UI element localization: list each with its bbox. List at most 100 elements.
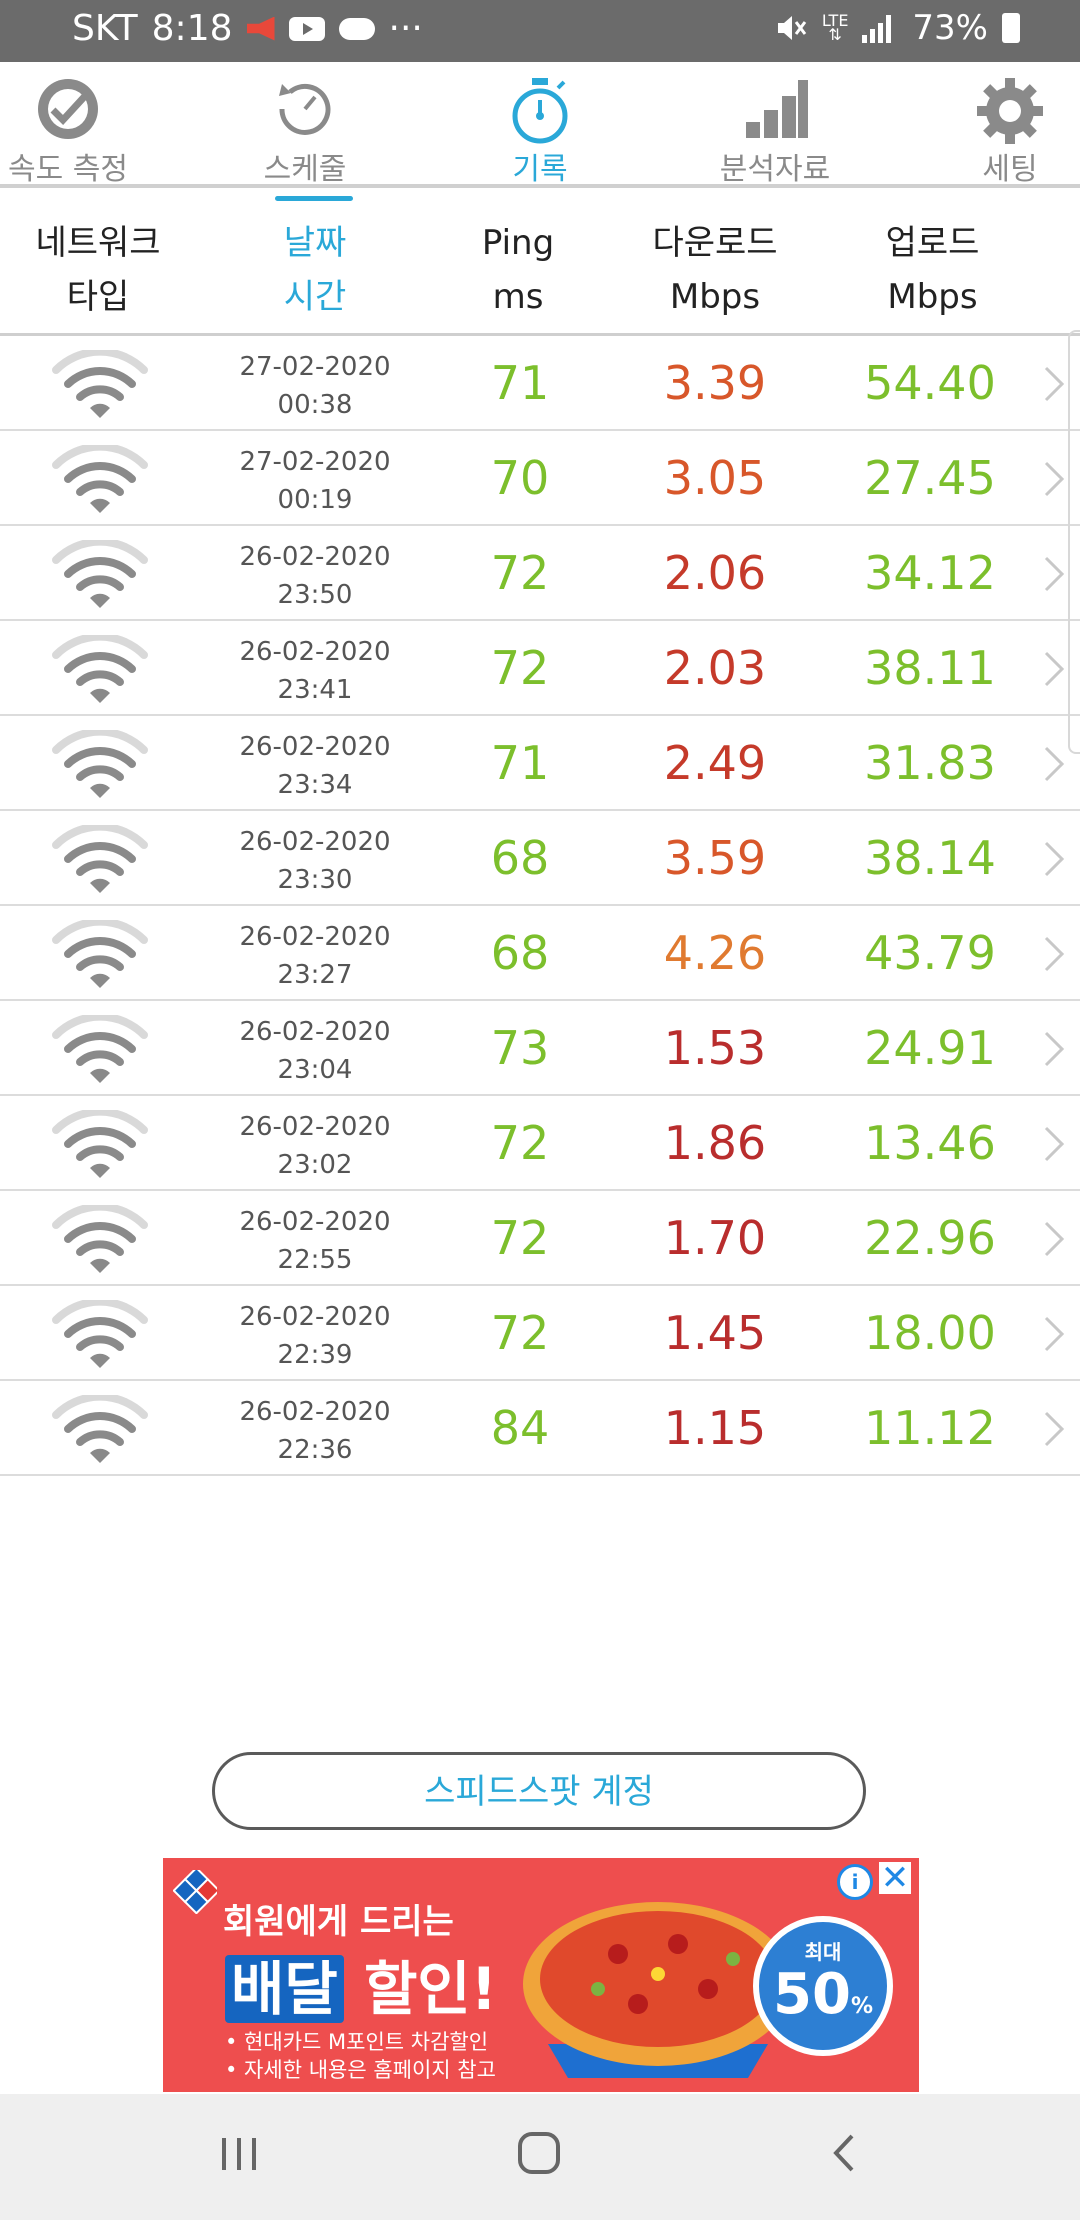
ad-headline: 회원에게 드리는 [223,1902,454,1942]
discount-badge-unit: % [850,1994,873,2019]
carrier-label: SKT [72,8,138,49]
wifi-icon [52,350,148,418]
row-download: 3.05 [663,451,767,505]
row-upload: 43.79 [864,926,996,980]
row-upload: 24.91 [864,1021,996,1075]
row-datetime: 26-02-2020 23:30 [215,823,415,899]
ad-bullet-2: • 자세한 내용은 홈페이지 참고 [225,2058,496,2082]
header-network-type-line1: 네트워크 [35,223,161,263]
recent-apps-icon[interactable] [214,2128,264,2178]
wifi-icon [52,1205,148,1273]
row-ping: 72 [490,1306,550,1360]
row-upload: 11.12 [864,1401,996,1455]
row-datetime: 26-02-2020 22:55 [215,1203,415,1279]
row-datetime: 26-02-2020 22:36 [215,1393,415,1469]
table-row[interactable]: 26-02-2020 23:50 72 2.06 34.12 [0,526,1080,621]
row-time: 00:19 [277,485,353,515]
status-bar: SKT 8:18 ··· LTE ⇅ 73% [0,0,1080,62]
youtube-icon [288,16,325,41]
row-time: 23:50 [277,580,353,610]
header-download[interactable]: 다운로드 Mbps [630,216,800,324]
chevron-right-icon [1044,1126,1065,1162]
wifi-icon [52,920,148,988]
discount-badge-label: 최대 [804,1940,842,1964]
row-date: 26-02-2020 [239,1302,391,1332]
table-row[interactable]: 26-02-2020 23:04 73 1.53 24.91 [0,1001,1080,1096]
chevron-right-icon [1044,366,1065,402]
header-network-type[interactable]: 네트워크 타입 [18,216,178,324]
row-download: 3.59 [663,831,767,885]
header-upload[interactable]: 업로드 Mbps [850,216,1015,324]
battery-icon [1002,13,1020,43]
history-list: 27-02-2020 00:38 71 3.39 54.40 27-02-2020 00:1… [0,336,1080,1476]
speedspot-account-button[interactable]: 스피드스팟 계정 [212,1752,866,1830]
tab-schedule[interactable]: 스케줄 [232,62,378,187]
ad-info-icon[interactable]: i [837,1864,873,1900]
chevron-right-icon [1044,1031,1065,1067]
row-download: 1.45 [663,1306,767,1360]
tab-history[interactable]: 기록 [480,62,600,187]
chevron-right-icon [1044,1411,1065,1447]
table-row[interactable]: 26-02-2020 23:30 68 3.59 38.14 [0,811,1080,906]
row-date: 26-02-2020 [239,637,391,667]
tab-settings[interactable]: 세팅 [960,62,1060,187]
row-date: 26-02-2020 [239,827,391,857]
row-datetime: 26-02-2020 23:27 [215,918,415,994]
header-datetime-line2: 시간 [283,277,347,317]
lte-icon: LTE ⇅ [821,11,849,44]
wifi-icon [52,1110,148,1178]
header-ping[interactable]: Ping ms [448,216,588,324]
row-upload: 38.14 [864,831,996,885]
row-datetime: 26-02-2020 23:04 [215,1013,415,1089]
row-date: 26-02-2020 [239,1112,391,1142]
row-date: 26-02-2020 [239,542,391,572]
row-datetime: 26-02-2020 23:34 [215,728,415,804]
home-icon[interactable] [514,2128,564,2178]
row-download: 1.70 [663,1211,767,1265]
header-datetime-line1: 날짜 [283,223,347,263]
tab-speed-test[interactable]: 속도 측정 [0,62,136,187]
megaphone-icon [246,16,275,41]
mute-icon [777,16,807,40]
tab-speed-test-label: 속도 측정 [8,152,128,187]
header-upload-line1: 업로드 [885,223,980,263]
row-ping: 72 [490,546,550,600]
row-date: 26-02-2020 [239,1017,391,1047]
wifi-icon [52,540,148,608]
row-time: 22:36 [277,1435,353,1465]
table-row[interactable]: 26-02-2020 23:41 72 2.03 38.11 [0,621,1080,716]
row-download: 1.86 [663,1116,767,1170]
table-row[interactable]: 26-02-2020 23:02 72 1.86 13.46 [0,1096,1080,1191]
table-row[interactable]: 26-02-2020 22:55 72 1.70 22.96 [0,1191,1080,1286]
chevron-right-icon [1044,1221,1065,1257]
row-time: 23:27 [277,960,353,990]
ad-banner[interactable]: 회원에게 드리는 배달 할인! • 현대카드 M포인트 차감할인 • 자세한 내… [163,1858,919,2092]
ad-close-icon[interactable]: ✕ [879,1861,911,1895]
gear-icon [977,78,1043,144]
row-download: 4.26 [663,926,767,980]
bar-chart-icon [746,80,808,138]
chevron-right-icon [1044,461,1065,497]
table-row[interactable]: 26-02-2020 22:36 84 1.15 11.12 [0,1381,1080,1476]
ad-bullet-1: • 현대카드 M포인트 차감할인 [225,2030,489,2054]
table-row[interactable]: 26-02-2020 23:27 68 4.26 43.79 [0,906,1080,1001]
row-datetime: 26-02-2020 23:02 [215,1108,415,1184]
tab-analysis[interactable]: 분석자료 [700,62,850,187]
header-datetime[interactable]: 날짜 시간 [235,216,395,324]
wifi-icon [52,730,148,798]
row-ping: 72 [490,641,550,695]
chevron-right-icon [1044,651,1065,687]
row-download: 3.39 [663,356,767,410]
row-date: 26-02-2020 [239,1397,391,1427]
row-time: 23:04 [277,1055,353,1085]
system-nav-bar [0,2094,1080,2220]
tab-schedule-label: 스케줄 [263,152,347,187]
table-row[interactable]: 27-02-2020 00:19 70 3.05 27.45 [0,431,1080,526]
table-header: 네트워크 타입 날짜 시간 Ping ms 다운로드 Mbps 업로드 Mbps [0,188,1080,333]
table-row[interactable]: 27-02-2020 00:38 71 3.39 54.40 [0,336,1080,431]
table-row[interactable]: 26-02-2020 22:39 72 1.45 18.00 [0,1286,1080,1381]
dominos-logo-icon [173,1870,217,1914]
scrollbar[interactable] [1068,330,1080,754]
table-row[interactable]: 26-02-2020 23:34 71 2.49 31.83 [0,716,1080,811]
back-icon[interactable] [820,2128,870,2178]
